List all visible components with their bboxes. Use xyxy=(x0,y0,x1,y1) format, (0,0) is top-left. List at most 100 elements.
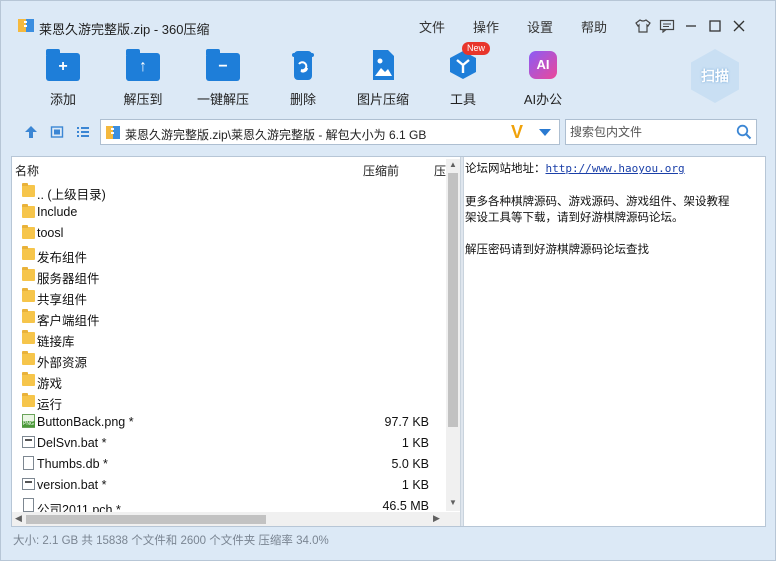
status-bar: 大小: 2.1 GB 共 15838 个文件和 2600 个文件夹 压缩率 34… xyxy=(13,535,329,547)
image-compress-button[interactable]: 图片压缩 xyxy=(343,49,423,108)
file-row[interactable]: toosl xyxy=(12,222,446,243)
image-compress-icon xyxy=(366,49,400,81)
scroll-corner xyxy=(446,512,460,526)
maximize-button[interactable] xyxy=(703,15,727,37)
vertical-scrollbar[interactable]: ▲ ▼ xyxy=(446,159,460,511)
one-click-extract-button[interactable]: − 一键解压 xyxy=(183,49,263,108)
arrow-up-icon xyxy=(25,126,37,138)
window-controls xyxy=(631,15,751,37)
add-button[interactable]: + 添加 xyxy=(23,49,103,108)
file-name: Thumbs.db * xyxy=(37,457,108,471)
zip-file-icon xyxy=(106,126,120,139)
file-row[interactable]: 运行 xyxy=(12,390,446,412)
file-icon xyxy=(21,498,36,513)
extract-to-button[interactable]: ↑ 解压到 xyxy=(103,49,183,108)
shirt-icon xyxy=(635,19,651,33)
horizontal-scroll-thumb[interactable] xyxy=(26,515,266,524)
scroll-up-icon[interactable]: ▲ xyxy=(449,160,457,169)
scroll-down-icon[interactable]: ▼ xyxy=(449,498,457,507)
zip-app-icon xyxy=(18,19,34,32)
file-size: 97.7 KB xyxy=(384,415,429,429)
file-icon xyxy=(21,456,36,471)
delete-label: 删除 xyxy=(289,92,316,107)
column-size-after[interactable]: 压 xyxy=(434,162,446,179)
folder-icon xyxy=(21,225,36,240)
feedback-button[interactable] xyxy=(655,15,679,37)
vertical-scroll-thumb[interactable] xyxy=(448,173,458,427)
file-row[interactable]: 客户端组件 xyxy=(12,306,446,328)
file-row[interactable]: 服务器组件 xyxy=(12,264,446,286)
scan-label: 扫描 xyxy=(701,68,729,84)
new-badge: New xyxy=(462,42,491,55)
main-area: 名称 压缩前 压 .. (上级目录) Include toosl 发布组件 服务器组件共… xyxy=(11,156,766,527)
menu-file[interactable]: 文件 xyxy=(419,17,473,36)
file-name: DelSvn.bat * xyxy=(37,436,107,450)
ai-office-label: AI办公 xyxy=(523,92,563,107)
folder-icon xyxy=(21,183,36,198)
ai-icon: AI xyxy=(526,49,560,81)
search-icon[interactable] xyxy=(736,124,752,140)
file-row[interactable]: 外部资源 xyxy=(12,348,446,370)
comment-line-1: 论坛网站地址：http://www.haoyou.org xyxy=(465,160,765,177)
search-input[interactable] xyxy=(570,124,730,140)
folder-icon xyxy=(21,267,36,282)
file-row[interactable]: .. (上级目录) xyxy=(12,180,446,202)
extract-folder-icon: ↑ xyxy=(126,49,160,81)
folder-icon xyxy=(21,246,36,261)
horizontal-scrollbar[interactable]: ◀ ▶ xyxy=(12,512,446,526)
file-row[interactable]: 链接库 xyxy=(12,327,446,349)
file-row[interactable]: 发布组件 xyxy=(12,243,446,265)
file-row[interactable]: Thumbs.db * 5.0 KB xyxy=(12,453,446,474)
scroll-right-icon[interactable]: ▶ xyxy=(433,513,440,524)
close-icon xyxy=(733,20,745,32)
file-list-pane: 名称 压缩前 压 .. (上级目录) Include toosl 发布组件 服务器组件共… xyxy=(12,157,460,526)
search-box[interactable] xyxy=(565,119,757,145)
column-name[interactable]: 名称 xyxy=(15,162,39,179)
file-row[interactable]: 共享组件 xyxy=(12,285,446,307)
archive-comment-pane: 论坛网站地址：http://www.haoyou.org 更多各种棋牌源码、游戏… xyxy=(465,157,765,526)
folder-icon xyxy=(21,330,36,345)
minimize-button[interactable] xyxy=(679,15,703,37)
file-row[interactable]: version.bat * 1 KB xyxy=(12,474,446,495)
one-click-extract-label: 一键解压 xyxy=(196,92,249,107)
title-bar: 莱恩久游完整版.zip - 360压缩 文件 操作 设置 帮助 xyxy=(1,1,775,37)
address-row: 莱恩久游完整版.zip\莱恩久游完整版 - 解包大小为 6.1 GB V xyxy=(1,119,775,145)
scan-button[interactable]: 扫描 xyxy=(691,49,739,103)
one-click-extract-icon: − xyxy=(206,49,240,81)
column-size-before[interactable]: 压缩前 xyxy=(363,162,399,179)
scroll-left-icon[interactable]: ◀ xyxy=(15,513,22,524)
forum-link[interactable]: http://www.haoyou.org xyxy=(546,162,685,175)
minimize-icon xyxy=(686,25,696,27)
address-dropdown-icon[interactable] xyxy=(539,129,551,136)
file-row[interactable]: DelSvn.bat * 1 KB xyxy=(12,432,446,453)
trash-icon xyxy=(286,49,320,81)
delete-button[interactable]: 删除 xyxy=(263,49,343,108)
file-row[interactable]: Include xyxy=(12,201,446,222)
list-view-icon xyxy=(77,127,89,137)
file-row[interactable]: 游戏 xyxy=(12,369,446,391)
close-button[interactable] xyxy=(727,15,751,37)
folder-icon xyxy=(21,204,36,219)
tools-button[interactable]: New 工具 xyxy=(423,42,503,108)
address-bar[interactable]: 莱恩久游完整版.zip\莱恩久游完整版 - 解包大小为 6.1 GB V xyxy=(100,119,560,145)
v-logo-icon[interactable]: V xyxy=(511,123,523,141)
pane-splitter[interactable] xyxy=(460,157,464,526)
add-label: 添加 xyxy=(49,92,76,107)
extract-to-label: 解压到 xyxy=(123,92,163,107)
menu-operation[interactable]: 操作 xyxy=(473,17,527,36)
comment-line-4: 解压密码请到好游棋牌源码论坛查找 xyxy=(465,242,649,256)
skin-button[interactable] xyxy=(631,15,655,37)
menu-help[interactable]: 帮助 xyxy=(581,17,635,36)
ai-office-button[interactable]: AI AI办公 xyxy=(503,49,583,108)
file-row[interactable]: ButtonBack.png * 97.7 KB xyxy=(12,411,446,432)
thumbnail-view-button[interactable] xyxy=(49,124,65,140)
file-size: 46.5 MB xyxy=(382,499,429,513)
tools-label: 工具 xyxy=(449,92,476,107)
ai-icon-text: AI xyxy=(529,51,557,79)
list-view-button[interactable] xyxy=(75,124,91,140)
up-level-button[interactable] xyxy=(23,124,39,140)
file-name: toosl xyxy=(37,226,64,240)
png-file-icon xyxy=(21,414,36,429)
menu-settings[interactable]: 设置 xyxy=(527,17,581,36)
maximize-icon xyxy=(709,20,721,32)
